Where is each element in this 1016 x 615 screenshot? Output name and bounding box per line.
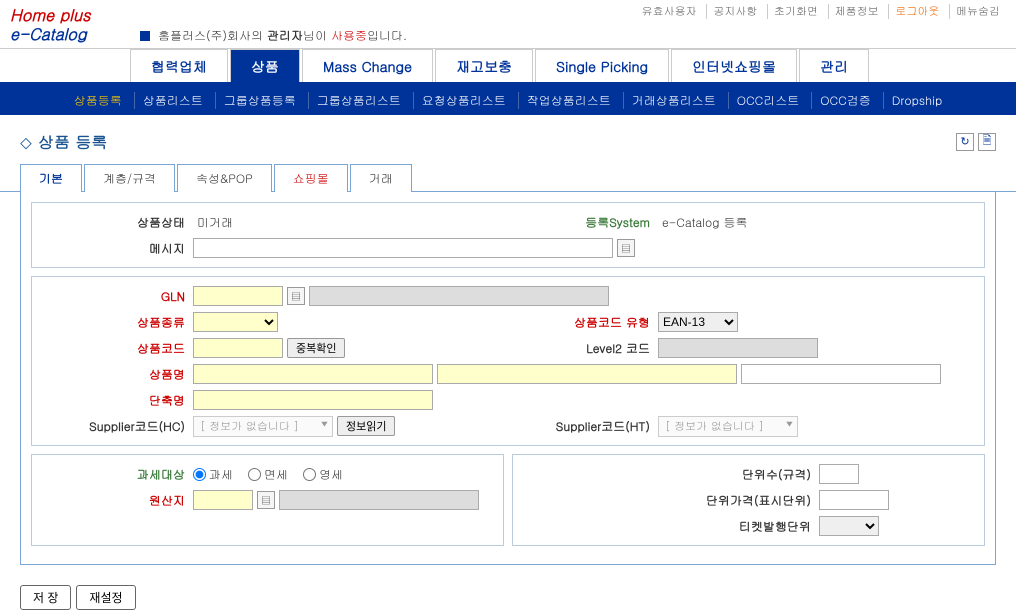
print-icon[interactable]: 🗎	[978, 133, 996, 151]
select-type[interactable]	[193, 312, 278, 332]
section-status: 상품상태 미거래 등록System e-Catalog 등록 메시지 ▤	[31, 202, 985, 268]
input-message[interactable]	[193, 238, 613, 258]
input-short[interactable]	[193, 390, 433, 410]
section-code: GLN ▤ 상품종류 상품코드 유형 EAN-1	[31, 276, 985, 446]
tab-pop[interactable]: 속성&POP	[177, 164, 272, 192]
label-ticket: 티켓발행단위	[519, 518, 819, 535]
subnav-occverify[interactable]: OCC검증	[811, 92, 878, 109]
btn-save[interactable]: 저 장	[20, 585, 71, 610]
radio-tax1[interactable]: 과세	[193, 466, 233, 483]
btn-infoload[interactable]: 정보읽기	[337, 416, 395, 436]
section-tax: 과세대상 과세 면세 영세 원산지 ▤	[31, 454, 504, 546]
label-codetype: 상품코드 유형	[508, 314, 658, 331]
nav-shopping[interactable]: 인터넷쇼핑몰	[671, 49, 797, 82]
sub-nav: 상품등록 상품리스트 그룹상품등록 그룹상품리스트 요청상품리스트 작업상품리스…	[0, 86, 1016, 115]
select-codetype[interactable]: EAN-13	[658, 312, 738, 332]
top-links: 유효사용자 공지사항 초기화면 제품정보 로그아웃 메뉴숨김	[130, 0, 1016, 23]
subnav-list[interactable]: 상품리스트	[134, 92, 211, 109]
square-icon	[140, 31, 150, 41]
input-unitprice[interactable]	[819, 490, 889, 510]
input-origin[interactable]	[193, 490, 253, 510]
input-name3[interactable]	[741, 364, 941, 384]
tab-spec[interactable]: 계층/규격	[84, 164, 175, 192]
label-name: 상품명	[38, 366, 193, 383]
select-ticket[interactable]	[819, 516, 879, 536]
btn-reset[interactable]: 재설정	[76, 585, 135, 610]
tab-basic[interactable]: 기본	[20, 164, 82, 192]
label-code: 상품코드	[38, 340, 193, 357]
label-unitprice: 단위가격(표시단위)	[519, 492, 819, 509]
link-home[interactable]: 초기화면	[767, 4, 824, 19]
main-nav: 협력업체 상품 Mass Change 재고보충 Single Picking …	[0, 49, 1016, 86]
nav-picking[interactable]: Single Picking	[535, 49, 669, 82]
company-line: 홈플러스(주)회사의 관리자님이 사용중입니다.	[130, 23, 1016, 48]
label-short: 단축명	[38, 392, 193, 409]
label-level2: Level2 코드	[508, 340, 658, 357]
nav-admin[interactable]: 관리	[799, 49, 869, 82]
radio-tax2[interactable]: 면세	[248, 466, 288, 483]
input-gln[interactable]	[193, 286, 283, 306]
value-status: 미거래	[193, 214, 508, 231]
subnav-grouplist[interactable]: 그룹상품리스트	[308, 92, 409, 109]
section-unit: 단위수(규격) 단위가격(표시단위) 티켓발행단위	[512, 454, 985, 546]
refresh-icon[interactable]: ↻	[956, 133, 974, 151]
label-gln: GLN	[38, 288, 193, 305]
subnav-worklist[interactable]: 작업상품리스트	[518, 92, 619, 109]
label-type: 상품종류	[38, 314, 193, 331]
dd-supplierht[interactable]: [ 정보가 없습니다 ]	[658, 416, 798, 437]
page-title: 상품 등록	[20, 130, 107, 153]
nav-product[interactable]: 상품	[230, 49, 300, 82]
label-status: 상품상태	[38, 214, 193, 231]
nav-masschange[interactable]: Mass Change	[302, 49, 433, 82]
subnav-tradelist[interactable]: 거래상품리스트	[623, 92, 724, 109]
label-unitcount: 단위수(규격)	[519, 466, 819, 483]
input-gln-name	[309, 286, 609, 306]
logo-line2: e-Catalog	[10, 24, 120, 43]
subnav-register[interactable]: 상품등록	[66, 92, 130, 109]
link-logout[interactable]: 로그아웃	[888, 4, 945, 19]
input-level2	[658, 338, 818, 358]
subnav-groupreg[interactable]: 그룹상품등록	[215, 92, 304, 109]
note-icon[interactable]: ▤	[617, 239, 635, 257]
label-origin: 원산지	[38, 492, 193, 509]
link-hidemenu[interactable]: 메뉴숨김	[949, 4, 1006, 19]
label-tax: 과세대상	[38, 466, 193, 483]
subnav-dropship[interactable]: Dropship	[883, 92, 951, 109]
input-origin-name	[279, 490, 479, 510]
subnav-reqlist[interactable]: 요청상품리스트	[413, 92, 514, 109]
link-notice[interactable]: 공지사항	[706, 4, 763, 19]
input-code[interactable]	[193, 338, 283, 358]
input-name1[interactable]	[193, 364, 433, 384]
link-validuser[interactable]: 유효사용자	[636, 4, 703, 19]
value-system: e-Catalog 등록	[658, 214, 978, 231]
logo: Home plus e-Catalog	[0, 0, 130, 48]
label-supplierht: Supplier코드(HT)	[508, 418, 658, 435]
link-productinfo[interactable]: 제품정보	[828, 4, 885, 19]
search-origin-icon[interactable]: ▤	[257, 491, 275, 509]
tab-trade[interactable]: 거래	[350, 164, 412, 192]
input-unitcount[interactable]	[819, 464, 859, 484]
tabs: 기본 계층/규격 속성&POP 쇼핑몰 거래	[0, 163, 1016, 192]
tab-shopping[interactable]: 쇼핑몰	[274, 164, 348, 192]
input-name2[interactable]	[437, 364, 737, 384]
search-gln-icon[interactable]: ▤	[287, 287, 305, 305]
label-supplierhc: Supplier코드(HC)	[38, 418, 193, 435]
btn-dupcheck[interactable]: 중복확인	[287, 338, 345, 358]
nav-stock[interactable]: 재고보충	[435, 49, 533, 82]
label-message: 메시지	[38, 240, 193, 257]
dd-supplierhc[interactable]: [ 정보가 없습니다 ]	[193, 416, 333, 437]
nav-partner[interactable]: 협력업체	[130, 49, 228, 82]
radio-tax3[interactable]: 영세	[303, 466, 343, 483]
label-system: 등록System	[508, 214, 658, 231]
subnav-occlist[interactable]: OCC리스트	[728, 92, 807, 109]
